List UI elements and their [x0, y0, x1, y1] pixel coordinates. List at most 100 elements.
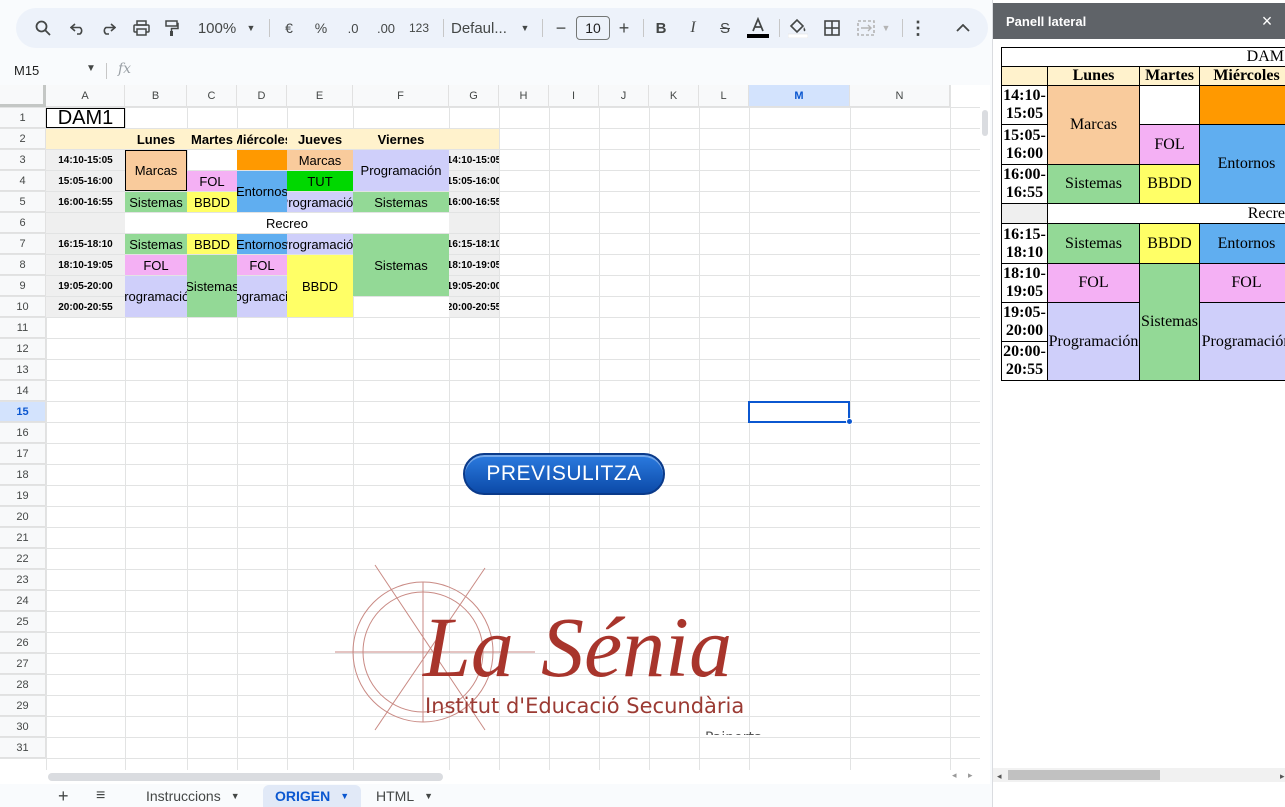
font-select[interactable]: Defaul... [451, 8, 513, 48]
day-header[interactable]: Viernes [353, 129, 449, 149]
subject-cell[interactable]: Sistemas [125, 192, 187, 212]
column-header-h[interactable]: H [499, 85, 549, 107]
row-header-16[interactable]: 16 [0, 423, 46, 443]
italic-icon[interactable]: I [682, 8, 704, 48]
subject-cell[interactable]: Sistemas [353, 192, 449, 212]
column-header-l[interactable]: L [699, 85, 749, 107]
close-icon[interactable]: × [1255, 3, 1279, 39]
subject-cell[interactable]: BBDD [187, 192, 237, 212]
time-slot[interactable]: 19:05-20:00 [46, 276, 125, 296]
column-header-f[interactable]: F [353, 85, 449, 107]
collapse-toolbar-icon[interactable] [952, 8, 974, 48]
time-slot[interactable]: 18:10-19:05 [449, 255, 499, 275]
increase-font-size-button[interactable]: + [615, 8, 633, 48]
active-cell-M15[interactable] [748, 401, 850, 423]
row-header-3[interactable]: 3 [0, 150, 46, 170]
panel-horizontal-scrollbar[interactable]: ◂ ▸ [993, 768, 1285, 782]
row-header-6[interactable]: 6 [0, 213, 46, 233]
column-header-i[interactable]: I [549, 85, 599, 107]
time-slot[interactable]: 16:00-16:55 [449, 192, 499, 212]
scroll-left-arrow[interactable]: ◂ [952, 770, 957, 781]
subject-cell[interactable]: Sistemas [353, 234, 449, 296]
header-empty[interactable] [46, 129, 125, 149]
column-header-g[interactable]: G [449, 85, 499, 107]
day-header[interactable]: Martes [187, 129, 237, 149]
subject-cell[interactable]: FOL [237, 255, 287, 275]
time-slot[interactable]: 20:00-20:55 [449, 297, 499, 317]
subject-cell[interactable]: Programación [287, 192, 353, 212]
add-sheet-button[interactable]: + [46, 785, 81, 807]
print-icon[interactable] [129, 8, 153, 48]
subject-cell[interactable]: Marcas [287, 150, 353, 170]
borders-icon[interactable] [821, 8, 843, 48]
day-header[interactable]: Miércoles [237, 129, 287, 149]
row-header-12[interactable]: 12 [0, 339, 46, 359]
subject-cell[interactable]: Sistemas [125, 234, 187, 254]
row-header-13[interactable]: 13 [0, 360, 46, 380]
scroll-right-arrow[interactable]: ▸ [968, 770, 973, 781]
sheet-grid[interactable]: A B C D E F G H I J K L M N 1 2 3 4 5 6 7 8 9 10 11 12 13 14 15 16 17 1… [0, 85, 980, 770]
time-slot[interactable]: 16:00-16:55 [46, 192, 125, 212]
currency-button[interactable]: € [278, 8, 300, 48]
time-slot-empty[interactable] [46, 213, 125, 233]
font-size-input[interactable]: 10 [576, 8, 610, 48]
scroll-right-arrow[interactable]: ▸ [1280, 771, 1285, 782]
name-box[interactable]: M15 [14, 63, 39, 78]
fill-handle[interactable] [846, 418, 853, 425]
row-header-18[interactable]: 18 [0, 465, 46, 485]
row-header-24[interactable]: 24 [0, 591, 46, 611]
row-header-29[interactable]: 29 [0, 696, 46, 716]
time-slot[interactable]: 16:15-18:10 [46, 234, 125, 254]
subject-cell[interactable] [237, 150, 287, 170]
chevron-down-icon[interactable]: ▼ [244, 8, 258, 48]
time-slot[interactable]: 14:10-15:05 [449, 150, 499, 170]
strikethrough-icon[interactable]: S [714, 8, 736, 48]
row-header-26[interactable]: 26 [0, 633, 46, 653]
subject-cell[interactable]: Programación [125, 276, 187, 317]
row-header-17[interactable]: 17 [0, 444, 46, 464]
subject-cell[interactable]: Programación [353, 150, 449, 191]
row-header-10[interactable]: 10 [0, 297, 46, 317]
schedule-title[interactable]: DAM1 [46, 108, 125, 128]
header-empty[interactable] [449, 129, 499, 149]
panel-scroll-thumb[interactable] [1008, 770, 1160, 780]
time-slot[interactable]: 20:00-20:55 [46, 297, 125, 317]
time-slot[interactable]: 15:05-16:00 [46, 171, 125, 191]
tab-origen[interactable]: ORIGEN ▼ [263, 785, 362, 807]
scroll-left-arrow[interactable]: ◂ [997, 771, 1002, 782]
chevron-down-icon[interactable]: ▼ [518, 8, 532, 48]
bold-icon[interactable]: B [650, 8, 672, 48]
break-row[interactable]: Recreo [125, 213, 449, 233]
percent-button[interactable]: % [310, 8, 332, 48]
row-header-20[interactable]: 20 [0, 507, 46, 527]
subject-cell[interactable]: BBDD [287, 255, 353, 317]
row-header-25[interactable]: 25 [0, 612, 46, 632]
tab-html[interactable]: HTML ▼ [364, 785, 445, 807]
day-header[interactable]: Jueves [287, 129, 353, 149]
time-slot[interactable]: 15:05-16:00 [449, 171, 499, 191]
row-header-19[interactable]: 19 [0, 486, 46, 506]
row-header-15[interactable]: 15 [0, 402, 46, 422]
row-header-9[interactable]: 9 [0, 276, 46, 296]
row-header-8[interactable]: 8 [0, 255, 46, 275]
column-header-n[interactable]: N [850, 85, 950, 107]
column-header-c[interactable]: C [187, 85, 237, 107]
subject-cell[interactable]: Entornos [237, 171, 287, 212]
undo-icon[interactable] [66, 8, 90, 48]
column-header-k[interactable]: K [649, 85, 699, 107]
column-header-d[interactable]: D [237, 85, 287, 107]
time-slot[interactable]: 14:10-15:05 [46, 150, 125, 170]
column-header-a[interactable]: A [46, 85, 125, 107]
column-header-e[interactable]: E [287, 85, 353, 107]
subject-cell[interactable]: FOL [187, 171, 237, 191]
all-sheets-icon[interactable]: ≡ [84, 785, 117, 807]
paint-format-icon[interactable] [160, 8, 184, 48]
subject-cell[interactable]: Programación [237, 276, 287, 317]
previsualitza-button[interactable]: PREVISULITZA [463, 453, 665, 495]
subject-cell[interactable]: Entornos [237, 234, 287, 254]
decrease-font-size-button[interactable]: − [552, 8, 570, 48]
vertical-scroll-thumb[interactable] [982, 110, 988, 136]
row-header-14[interactable]: 14 [0, 381, 46, 401]
horizontal-scroll-thumb[interactable] [48, 773, 443, 781]
row-header-28[interactable]: 28 [0, 675, 46, 695]
